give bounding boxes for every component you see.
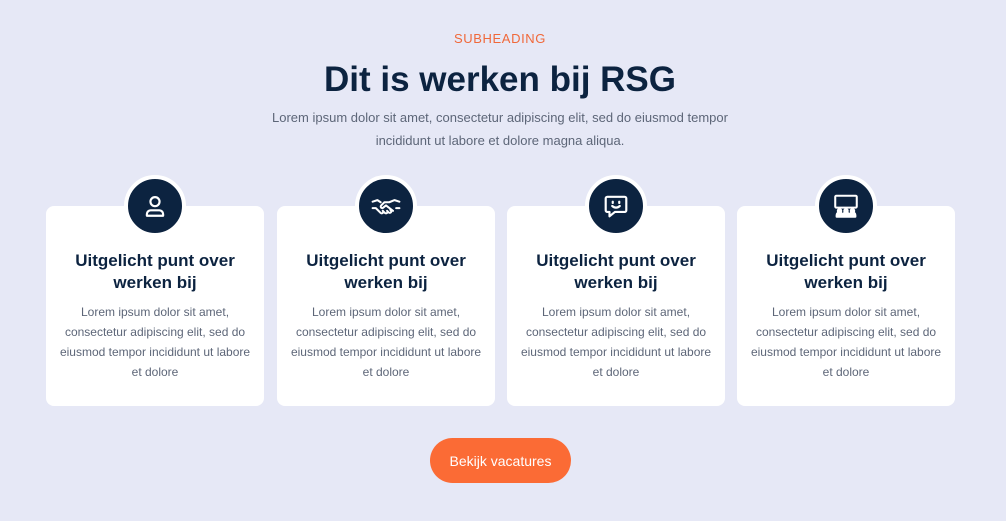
feature-card-1: Uitgelicht punt over werken bij Lorem ip… [46,175,264,406]
card-title: Uitgelicht punt over werken bij [75,251,235,292]
smiley-chat-icon [585,175,647,237]
page-title: Dit is werken bij RSG [323,60,677,99]
card-title: Uitgelicht punt over werken bij [306,251,466,292]
card-text: Lorem ipsum dolor sit amet, consectetur … [290,305,482,379]
subheading: SUBHEADING [454,31,546,46]
card-text: Lorem ipsum dolor sit amet, consectetur … [520,305,712,379]
person-icon [124,175,186,237]
view-vacancies-button[interactable]: Bekijk vacatures [430,438,571,483]
werken-bij-section: SUBHEADING Dit is werken bij RSG Lorem i… [0,0,1006,521]
handshake-icon [355,175,417,237]
feature-card-2: Uitgelicht punt over werken bij Lorem ip… [277,175,495,406]
card-title: Uitgelicht punt over werken bij [766,251,926,292]
feature-card-4: Uitgelicht punt over werken bij Lorem ip… [737,175,955,406]
feature-card-3: Uitgelicht punt over werken bij Lorem ip… [507,175,725,406]
card-text: Lorem ipsum dolor sit amet, consectetur … [750,305,942,379]
presentation-audience-icon [815,175,877,237]
card-text: Lorem ipsum dolor sit amet, consectetur … [59,305,251,379]
intro-text: Lorem ipsum dolor sit amet, consectetur … [272,110,728,148]
card-title: Uitgelicht punt over werken bij [536,251,696,292]
